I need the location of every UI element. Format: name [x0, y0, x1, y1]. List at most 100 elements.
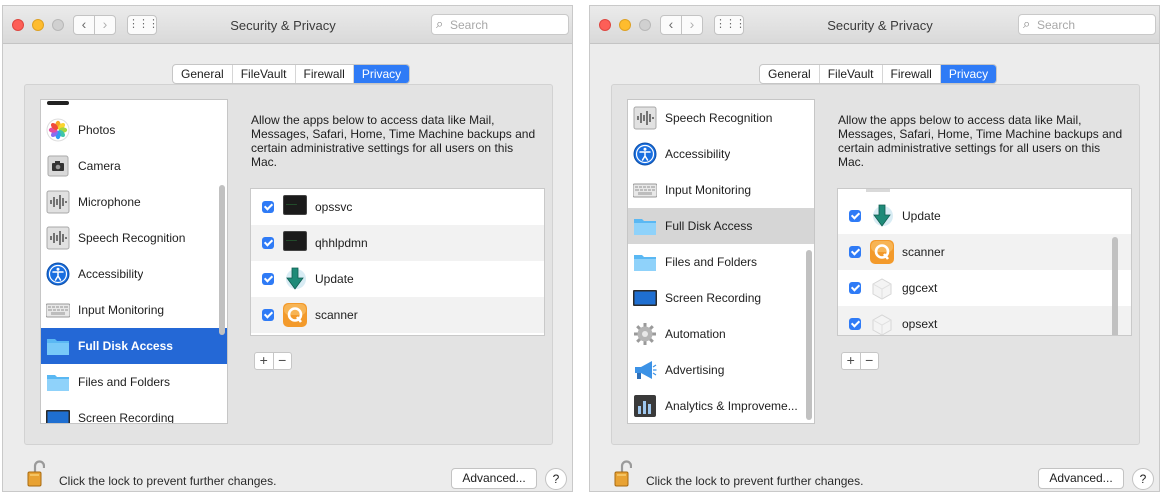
remove-app-button[interactable]: − [861, 353, 879, 369]
tab-firewall[interactable]: Firewall [883, 65, 941, 83]
app-row-opssvc[interactable]: ___ opssvc [251, 189, 544, 225]
app-row-update[interactable]: Update [838, 198, 1131, 234]
search-placeholder: Search [450, 18, 489, 32]
app-list-scrollbar[interactable] [1112, 237, 1118, 335]
close-button[interactable] [599, 19, 611, 31]
tab-filevault[interactable]: FileVault [820, 65, 883, 83]
tab-firewall[interactable]: Firewall [296, 65, 354, 83]
lock-open-icon[interactable] [614, 460, 633, 488]
app-name: opsext [902, 317, 938, 331]
minimize-button[interactable] [619, 19, 631, 31]
sidebar-item-label: Speech Recognition [665, 111, 773, 125]
help-button[interactable]: ? [545, 468, 567, 490]
sidebar-item-files-and-folders[interactable]: Files and Folders [41, 364, 227, 400]
advanced-button[interactable]: Advanced... [451, 468, 537, 489]
sidebar-scrollbar[interactable] [806, 250, 812, 420]
zoom-button[interactable] [52, 19, 64, 31]
app-row-qhhlpdmn[interactable]: ___ qhhlpdmn [251, 225, 544, 261]
add-remove-control: + − [841, 352, 879, 370]
app-name: scanner [315, 308, 358, 322]
lock-open-icon[interactable] [27, 460, 46, 488]
privacy-category-list: Speech Recognition Accessibility Input M… [627, 99, 815, 424]
app-row-scanner[interactable]: scanner [838, 234, 1131, 270]
keyboard-icon [632, 178, 658, 202]
search-input[interactable]: ⌕ Search [431, 14, 569, 35]
app-row-scanner[interactable]: scanner [251, 297, 544, 333]
back-button[interactable]: ‹ [660, 15, 682, 35]
extension-icon [870, 312, 894, 335]
show-all-grid-button[interactable]: ⋮⋮⋮ [127, 15, 159, 35]
sidebar-item-input-monitoring[interactable]: Input Monitoring [41, 292, 227, 328]
sidebar-item-speech-recognition[interactable]: Speech Recognition [628, 100, 814, 136]
tab-privacy[interactable]: Privacy [940, 65, 997, 83]
lock-message: Click the lock to prevent further change… [646, 474, 864, 488]
search-placeholder: Search [1037, 18, 1076, 32]
forward-button[interactable]: › [681, 15, 703, 35]
add-app-button[interactable]: + [255, 353, 274, 369]
sidebar-item-label: Files and Folders [665, 255, 758, 269]
sidebar-item-screen-recording[interactable]: Screen Recording [628, 280, 814, 316]
sidebar-item-photos[interactable]: Photos [41, 112, 227, 148]
app-checkbox[interactable] [262, 201, 274, 213]
app-checkbox[interactable] [849, 282, 861, 294]
back-button[interactable]: ‹ [73, 15, 95, 35]
app-row-ggcext[interactable]: ggcext [838, 270, 1131, 306]
sidebar-item-screen-recording[interactable]: Screen Recording [41, 400, 227, 424]
sidebar-item-label: Camera [78, 159, 121, 173]
app-row-opsext[interactable]: opsext [838, 306, 1131, 335]
minimize-button[interactable] [32, 19, 44, 31]
app-checkbox[interactable] [849, 210, 861, 222]
help-button[interactable]: ? [1132, 468, 1154, 490]
analytics-icon [633, 394, 657, 418]
app-checkbox[interactable] [262, 309, 274, 321]
tab-general[interactable]: General [760, 65, 820, 83]
remove-app-button[interactable]: − [274, 353, 292, 369]
sidebar-item-full-disk-access[interactable]: Full Disk Access [628, 208, 814, 244]
partial-item-icon [47, 101, 69, 105]
app-name: opssvc [315, 200, 353, 214]
download-arrow-icon [870, 204, 894, 228]
app-checkbox[interactable] [849, 318, 861, 330]
app-name: ggcext [902, 281, 938, 295]
advanced-button[interactable]: Advanced... [1038, 468, 1124, 489]
camera-icon [46, 154, 70, 178]
tab-filevault[interactable]: FileVault [233, 65, 296, 83]
sidebar-item-label: Full Disk Access [665, 219, 753, 233]
add-app-button[interactable]: + [842, 353, 861, 369]
sidebar-item-camera[interactable]: Camera [41, 148, 227, 184]
microphone-icon [46, 190, 70, 214]
speech-recognition-icon [46, 226, 70, 250]
tab-bar: General FileVault Firewall Privacy [172, 64, 411, 84]
sidebar-item-label: Screen Recording [665, 291, 762, 305]
app-checkbox[interactable] [262, 237, 274, 249]
app-checkbox[interactable] [262, 273, 274, 285]
close-button[interactable] [12, 19, 24, 31]
tab-privacy[interactable]: Privacy [353, 65, 410, 83]
download-arrow-icon [283, 267, 307, 291]
app-name: Update [902, 209, 941, 223]
sidebar-scrollbar[interactable] [219, 185, 225, 335]
sidebar-item-label: Accessibility [665, 147, 731, 161]
sidebar-item-files-and-folders[interactable]: Files and Folders [628, 244, 814, 280]
sidebar-item-label: Screen Recording [78, 411, 175, 424]
zoom-button[interactable] [639, 19, 651, 31]
sidebar-item-advertising[interactable]: Advertising [628, 352, 814, 388]
sidebar-item-analytics[interactable]: Analytics & Improveme... [628, 388, 814, 423]
sidebar-item-accessibility[interactable]: Accessibility [628, 136, 814, 172]
sidebar-item-microphone[interactable]: Microphone [41, 184, 227, 220]
sidebar-item-accessibility[interactable]: Accessibility [41, 256, 227, 292]
extension-icon [870, 276, 894, 300]
sidebar-item-full-disk-access[interactable]: Full Disk Access [41, 328, 227, 364]
window-title: Security & Privacy [230, 18, 336, 33]
sidebar-item-automation[interactable]: Automation [628, 316, 814, 352]
sidebar-item-input-monitoring[interactable]: Input Monitoring [628, 172, 814, 208]
app-row-update[interactable]: Update [251, 261, 544, 297]
app-checkbox[interactable] [849, 246, 861, 258]
search-icon: ⌕ [436, 16, 444, 31]
sidebar-item-speech-recognition[interactable]: Speech Recognition [41, 220, 227, 256]
show-all-grid-button[interactable]: ⋮⋮⋮ [714, 15, 746, 35]
search-input[interactable]: ⌕ Search [1018, 14, 1156, 35]
forward-button[interactable]: › [94, 15, 116, 35]
tab-general[interactable]: General [173, 65, 233, 83]
app-name: qhhlpdmn [315, 236, 368, 250]
